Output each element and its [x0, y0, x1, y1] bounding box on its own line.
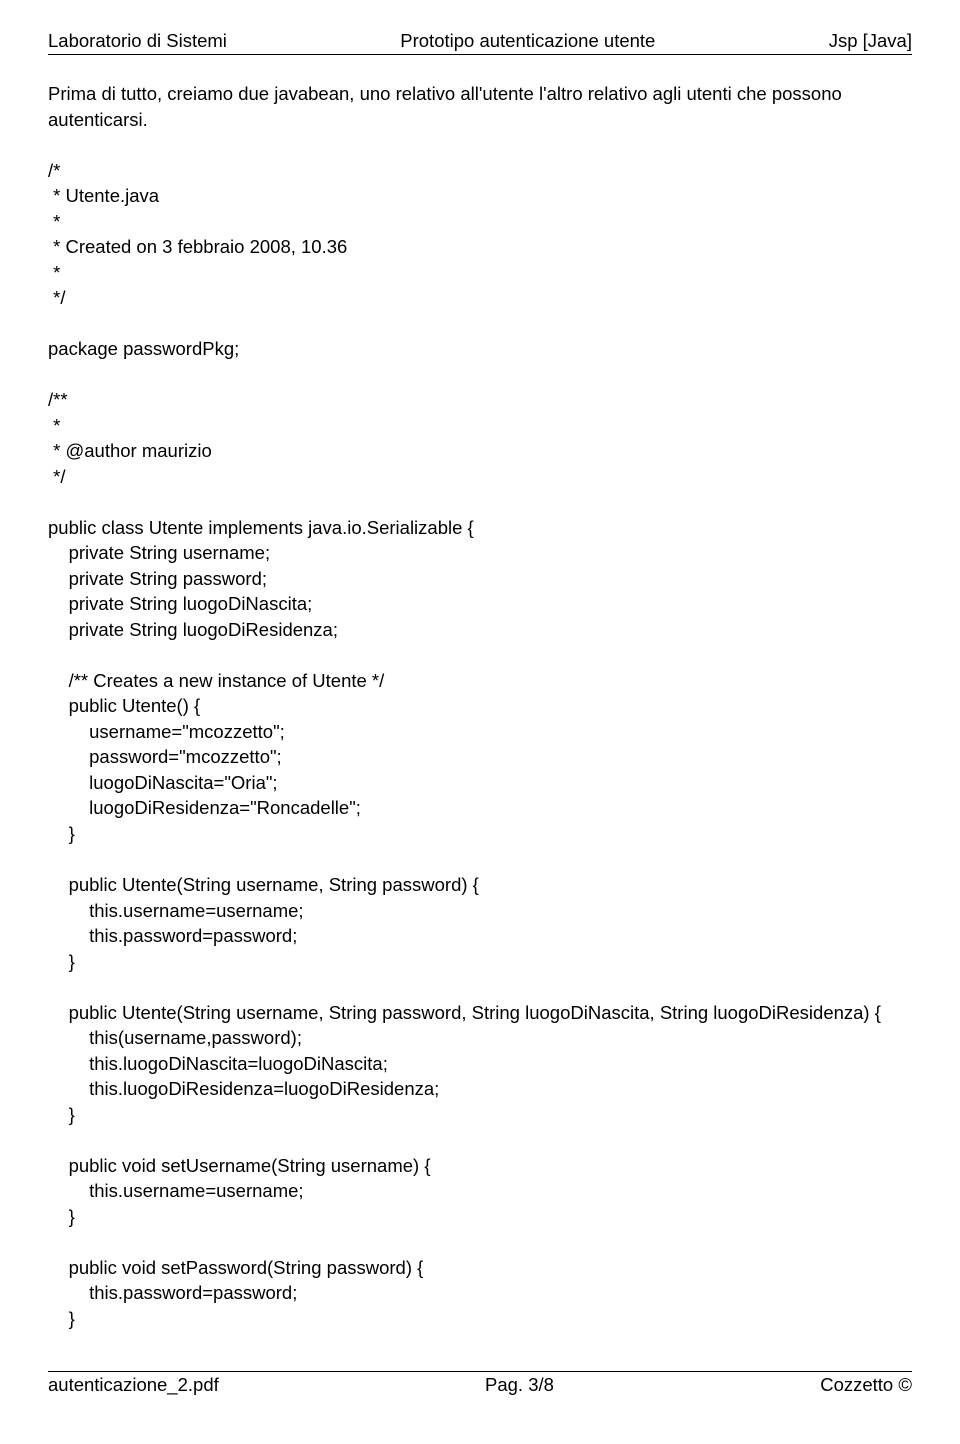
- page-header: Laboratorio di Sistemi Prototipo autenti…: [48, 30, 912, 55]
- footer-center: Pag. 3/8: [485, 1374, 554, 1396]
- document-body: Prima di tutto, creiamo due javabean, un…: [48, 81, 912, 1331]
- header-right: Jsp [Java]: [829, 30, 912, 52]
- page-footer: autenticazione_2.pdf Pag. 3/8 Cozzetto ©: [48, 1374, 912, 1396]
- document-page: Laboratorio di Sistemi Prototipo autenti…: [0, 0, 960, 1416]
- footer-right: Cozzetto ©: [820, 1374, 912, 1396]
- footer-left: autenticazione_2.pdf: [48, 1374, 219, 1396]
- header-center: Prototipo autenticazione utente: [227, 30, 829, 52]
- header-left: Laboratorio di Sistemi: [48, 30, 227, 52]
- footer-rule: autenticazione_2.pdf Pag. 3/8 Cozzetto ©: [48, 1371, 912, 1396]
